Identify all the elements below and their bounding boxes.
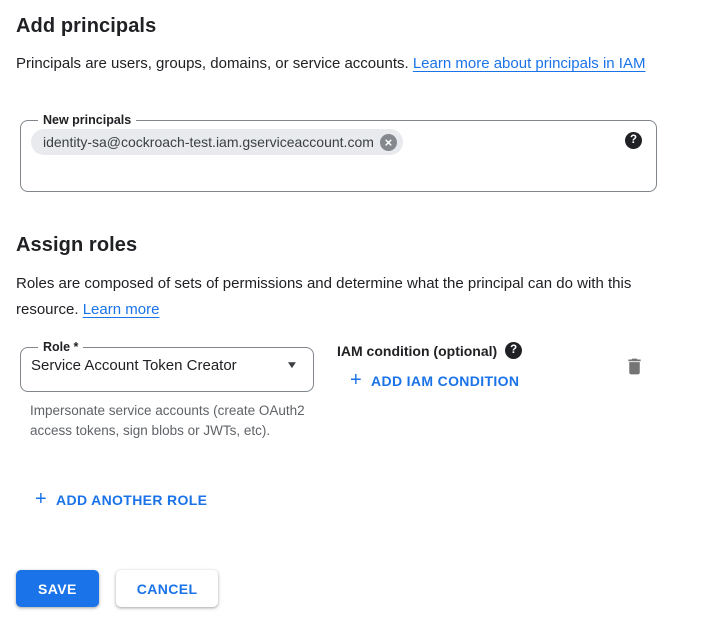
principal-chip[interactable]: identity-sa@cockroach-test.iam.gservicea… [31,129,403,155]
add-iam-condition-label: ADD IAM CONDITION [371,373,519,389]
delete-role-button[interactable] [622,356,646,380]
action-buttons: SAVE CANCEL [16,570,218,607]
role-select[interactable]: Role * Service Account Token Creator ▼ [20,340,314,392]
role-select-value: Service Account Token Creator [31,357,237,374]
iam-condition-block: IAM condition (optional) ? + ADD IAM CON… [337,342,522,392]
role-helper-text: Impersonate service accounts (create OAu… [30,401,322,441]
assign-roles-title: Assign roles [16,234,137,257]
new-principals-label: New principals [38,113,136,127]
plus-icon: + [35,492,47,506]
chip-remove-icon[interactable]: × [380,134,397,151]
iam-condition-label: IAM condition (optional) [337,343,497,359]
new-principals-field[interactable]: New principals identity-sa@cockroach-tes… [20,113,657,192]
principal-chip-label: identity-sa@cockroach-test.iam.gservicea… [43,134,374,150]
role-select-label: Role * [38,340,83,354]
add-iam-condition-button[interactable]: + ADD IAM CONDITION [350,373,519,389]
intro-text: Principals are users, groups, domains, o… [16,51,668,77]
trash-icon [624,356,645,377]
add-principals-panel: Add principals Principals are users, gro… [0,0,713,629]
role-select-value-row: Service Account Token Creator ▼ [31,357,301,374]
iam-condition-help-icon[interactable]: ? [505,342,522,359]
principals-help-icon[interactable]: ? [625,132,642,149]
save-button[interactable]: SAVE [16,570,99,607]
add-another-role-button[interactable]: + ADD ANOTHER ROLE [35,492,207,508]
page-title: Add principals [16,15,156,38]
add-another-role-label: ADD ANOTHER ROLE [56,492,207,508]
intro-text-static: Principals are users, groups, domains, o… [16,55,413,72]
chevron-down-icon: ▼ [285,360,298,371]
learn-more-principals-link[interactable]: Learn more about principals in IAM [413,55,646,72]
plus-icon: + [350,373,362,387]
cancel-button[interactable]: CANCEL [116,570,219,607]
new-principals-content: identity-sa@cockroach-test.iam.gservicea… [31,129,642,155]
iam-condition-label-row: IAM condition (optional) ? [337,342,522,359]
learn-more-roles-link[interactable]: Learn more [83,301,160,318]
roles-description: Roles are composed of sets of permission… [16,271,678,323]
